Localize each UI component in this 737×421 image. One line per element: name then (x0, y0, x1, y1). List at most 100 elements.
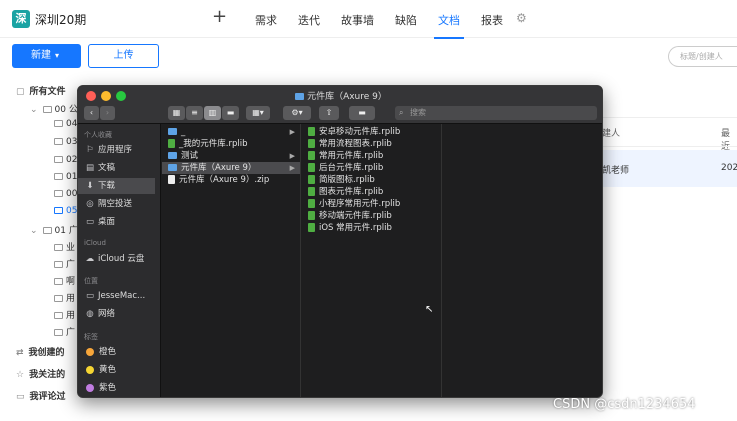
gallery-view-button[interactable]: ▬ (222, 106, 239, 120)
upload-button[interactable]: 上传 (88, 44, 159, 68)
file-row-rplib[interactable]: 图表元件库.rplib (302, 186, 441, 198)
sidebar-item-applications[interactable]: ⚐ 应用程序 (84, 142, 161, 158)
sidebar-tag-yellow[interactable]: 黄色 (84, 362, 161, 378)
column-header-creator[interactable]: 建人 (602, 126, 620, 139)
finder-window: 元件库（Axure 9） ‹ › ▦ ≡ ▥ ▬ ▦▾ ⚙▾ ⇧ ▬ ⌕ 搜索 个… (77, 85, 603, 398)
file-row-rplib[interactable]: 常用元件库.rplib (302, 150, 441, 162)
action-gear-icon[interactable]: ⚙▾ (283, 106, 311, 120)
folder-icon (54, 156, 63, 163)
network-icon: ◍ (86, 309, 94, 319)
new-button-label: 新建 (31, 50, 51, 61)
tag-icon[interactable]: ▬ (349, 106, 375, 120)
rplib-file-icon (308, 127, 315, 136)
new-button[interactable]: 新建 ▾ (12, 44, 81, 68)
file-row-rplib[interactable]: 安卓移动元件库.rplib (302, 126, 441, 138)
sidebar-item-computer[interactable]: ▭ JesseMac... (84, 288, 161, 304)
rplib-file-icon (308, 223, 315, 232)
settings-gear-icon[interactable]: ⚙ (516, 11, 527, 25)
nav-defects[interactable]: 缺陷 (395, 12, 417, 28)
airdrop-icon: ◎ (86, 199, 94, 209)
nav-requirements[interactable]: 需求 (255, 12, 277, 28)
column-view-button[interactable]: ▥ (204, 106, 221, 120)
folder-icon (54, 295, 63, 302)
sidebar-all-files[interactable]: ▢ 所有文件 (16, 84, 66, 97)
disclosure-arrow-icon: ▶ (289, 128, 295, 136)
tree-item[interactable]: 业 (54, 240, 75, 253)
cloud-icon: ☁ (85, 254, 95, 264)
nav-iterations[interactable]: 迭代 (298, 12, 320, 28)
tags-header: 标签 (84, 333, 98, 341)
finder-column-1: _ ▶ _我的元件库.rplib 测试 ▶ 元件库（Axure 9） ▶ 元件库（Ax… (162, 124, 301, 397)
sidebar-my-commented[interactable]: ▭ 我评论过 (16, 389, 66, 402)
column-header-updated[interactable]: 最近 (721, 126, 737, 152)
file-row-rplib[interactable]: 后台元件库.rplib (302, 162, 441, 174)
finder-titlebar: 元件库（Axure 9） ‹ › ▦ ≡ ▥ ▬ ▦▾ ⚙▾ ⇧ ▬ ⌕ 搜索 (78, 86, 602, 124)
file-row-rplib[interactable]: 简版图标.rplib (302, 174, 441, 186)
chevron-down-icon: ▾ (55, 51, 60, 60)
back-button[interactable]: ‹ (84, 106, 99, 120)
tree-item[interactable]: 00 (54, 189, 77, 199)
tree-item[interactable]: 啊 (54, 274, 75, 287)
locations-header: 位置 (84, 277, 98, 285)
tree-group-01[interactable]: ⌄ 01 广 (30, 223, 78, 236)
tree-item[interactable]: 广 (54, 257, 75, 270)
disclosure-arrow-icon: ▶ (289, 152, 295, 160)
tree-group-00[interactable]: ⌄ 00 公 (30, 102, 78, 115)
sidebar-my-followed[interactable]: ☆ 我关注的 (16, 367, 65, 380)
sidebar-item-downloads[interactable]: ⬇ 下载 (78, 178, 155, 194)
folder-icon (54, 261, 63, 268)
folder-icon (54, 312, 63, 319)
file-row-folder[interactable]: 测试 ▶ (162, 150, 300, 162)
documents-icon: ▤ (85, 163, 95, 173)
applications-icon: ⚐ (86, 145, 94, 155)
file-row-rplib[interactable]: 小程序常用元件.rplib (302, 198, 441, 210)
forward-button[interactable]: › (100, 106, 115, 120)
project-name[interactable]: 深圳20期 (35, 11, 86, 28)
nav-story-wall[interactable]: 故事墙 (341, 12, 374, 28)
sidebar-tag-orange[interactable]: 橙色 (84, 344, 161, 360)
disclosure-arrow-icon: ▶ (289, 164, 295, 172)
nav-reports[interactable]: 报表 (481, 12, 503, 28)
add-icon[interactable]: + (212, 6, 227, 27)
folder-icon (54, 244, 63, 251)
sidebar-item-icloud-drive[interactable]: ☁ iCloud 云盘 (84, 251, 161, 267)
file-row-rplib[interactable]: iOS 常用元件.rplib (302, 222, 441, 234)
file-row-folder[interactable]: _ ▶ (162, 126, 300, 138)
folder-icon (168, 164, 177, 171)
group-by-button[interactable]: ▦▾ (246, 106, 270, 120)
downloads-icon: ⬇ (86, 181, 94, 191)
list-view-button[interactable]: ≡ (186, 106, 203, 120)
share-icon[interactable]: ⇧ (319, 106, 339, 120)
nav-documents[interactable]: 文档 (434, 12, 464, 39)
sidebar-item-airdrop[interactable]: ◎ 隔空投送 (84, 196, 161, 212)
sidebar-item-documents[interactable]: ▤ 文稿 (84, 160, 161, 176)
tree-item[interactable]: 03 (54, 137, 77, 147)
file-row-folder-selected[interactable]: 元件库（Axure 9） ▶ (162, 162, 300, 174)
csdn-watermark: CSDN @csdn1234654 (553, 397, 696, 412)
tree-item[interactable]: 广 (54, 325, 75, 338)
file-row-rplib[interactable]: 移动端元件库.rplib (302, 210, 441, 222)
sidebar-item-desktop[interactable]: ▭ 桌面 (84, 214, 161, 230)
icloud-header: iCloud (84, 239, 106, 247)
finder-search-input[interactable]: ⌕ 搜索 (395, 106, 597, 120)
file-row-zip[interactable]: 元件库（Axure 9）.zip (162, 174, 300, 186)
tree-item[interactable]: 01 (54, 172, 77, 182)
tree-item[interactable]: 用 (54, 291, 75, 304)
sidebar-tag-purple[interactable]: 紫色 (84, 380, 161, 396)
tree-item[interactable]: 用 (54, 308, 75, 321)
file-row-rplib[interactable]: 常用流程图表.rplib (302, 138, 441, 150)
yellow-tag-dot-icon (86, 365, 94, 374)
search-input[interactable]: 标题/创建人 (668, 46, 737, 67)
sidebar-my-created[interactable]: ⇄ 我创建的 (16, 345, 65, 358)
chevron-down-icon: ⌄ (30, 105, 38, 115)
purple-tag-dot-icon (86, 383, 94, 392)
icon-view-button[interactable]: ▦ (168, 106, 185, 120)
tree-item[interactable]: 04 (54, 119, 77, 129)
tree-item[interactable]: 02 (54, 155, 77, 165)
finder-column-3[interactable] (443, 124, 602, 397)
finder-title: 元件库（Axure 9） (78, 89, 602, 102)
sidebar-item-network[interactable]: ◍ 网络 (84, 306, 161, 322)
tree-item-selected[interactable]: 05 (54, 206, 77, 216)
project-logo[interactable]: 深 (12, 10, 30, 28)
file-row-rplib[interactable]: _我的元件库.rplib (162, 138, 300, 150)
